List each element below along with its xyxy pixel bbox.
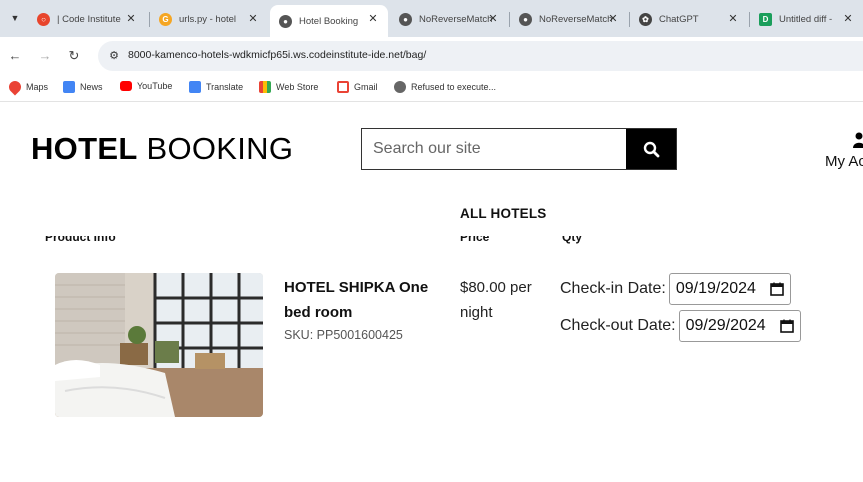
- bookmark-label: Maps: [26, 82, 49, 92]
- address-bar[interactable]: ⚙ 8000-kamenco-hotels-wdkmicfp65i.ws.cod…: [98, 41, 863, 71]
- globe-favicon-icon: ●: [279, 14, 292, 28]
- site-search-form: [361, 128, 677, 170]
- forward-arrow-icon[interactable]: →: [36, 47, 54, 65]
- close-icon[interactable]: ✕: [246, 12, 260, 26]
- calendar-icon[interactable]: [770, 282, 784, 296]
- youtube-icon: [120, 81, 132, 91]
- chatgpt-favicon-icon: ✿: [639, 12, 652, 26]
- maps-pin-icon: [6, 78, 24, 96]
- bookmarks-bar: Maps News YouTube Translate Web Store Gm…: [0, 75, 863, 102]
- bookmark-translate[interactable]: Translate: [189, 81, 243, 93]
- tab-untitled-diff[interactable]: D Untitled diff - ✕: [750, 5, 863, 33]
- bookmark-label: YouTube: [137, 81, 173, 91]
- checkout-date-label: Check-out Date:: [560, 317, 676, 334]
- diff-favicon-icon: D: [759, 12, 772, 26]
- bookmark-refused-to-execute[interactable]: Refused to execute...: [394, 81, 496, 93]
- bookmark-label: Web Store: [276, 82, 319, 92]
- browser-tab-bar: ▼ ○ | Code Institute ✕ G urls.py - hotel…: [0, 0, 863, 37]
- calendar-icon[interactable]: [779, 319, 794, 333]
- close-icon[interactable]: ✕: [366, 12, 380, 26]
- search-button[interactable]: [626, 129, 676, 169]
- close-icon[interactable]: ✕: [841, 12, 855, 26]
- product-name: HOTEL SHIPKA One bed room: [284, 279, 429, 321]
- globe-favicon-icon: ●: [519, 12, 532, 26]
- my-account-link[interactable]: My Account: [818, 128, 863, 178]
- bookmark-gmail[interactable]: Gmail: [337, 81, 378, 93]
- product-sku: SKU: PP5001600425: [284, 328, 403, 342]
- site-settings-icon[interactable]: ⚙: [106, 48, 122, 64]
- user-icon: [853, 132, 863, 148]
- site-logo[interactable]: HOTEL BOOKING: [31, 131, 293, 167]
- bookmark-youtube[interactable]: YouTube: [120, 81, 172, 91]
- bookmark-label: News: [80, 82, 103, 92]
- gitpod-favicon-icon: G: [159, 12, 172, 26]
- bookmark-label: Refused to execute...: [411, 82, 497, 92]
- column-header-price: Price: [460, 236, 490, 244]
- search-icon: [643, 141, 659, 157]
- bookmark-web-store[interactable]: Web Store: [259, 81, 318, 93]
- tab-urls-py[interactable]: G urls.py - hotel ✕: [150, 5, 268, 33]
- close-icon[interactable]: ✕: [486, 12, 500, 26]
- translate-icon: [189, 81, 201, 93]
- browser-toolbar: ← → ↻ ⚙ 8000-kamenco-hotels-wdkmicfp65i.…: [0, 37, 863, 75]
- web-store-icon: [259, 81, 271, 93]
- bookmark-label: Translate: [206, 82, 244, 92]
- tab-code-institute[interactable]: ○ | Code Institute ✕: [28, 5, 146, 33]
- globe-icon: [394, 81, 406, 93]
- news-icon: [63, 81, 75, 93]
- code-institute-favicon-icon: ○: [37, 12, 50, 26]
- tab-hotel-booking[interactable]: ● Hotel Booking ✕: [270, 5, 388, 37]
- checkout-date-value: 09/29/2024: [685, 317, 766, 334]
- hotel-room-photo: [55, 273, 263, 417]
- product-price: $80.00 per night: [460, 279, 532, 321]
- bookmark-news[interactable]: News: [63, 81, 103, 93]
- column-header-qty: Qty: [562, 236, 583, 244]
- nav-all-hotels[interactable]: ALL HOTELS: [460, 206, 547, 221]
- bookmark-maps[interactable]: Maps: [6, 78, 49, 96]
- close-icon[interactable]: ✕: [606, 12, 620, 26]
- close-icon[interactable]: ✕: [726, 12, 740, 26]
- checkin-date-value: 09/19/2024: [675, 280, 756, 297]
- gmail-icon: [337, 81, 349, 93]
- tab-chatgpt[interactable]: ✿ ChatGPT ✕: [630, 5, 748, 33]
- account-label: My Account: [825, 153, 863, 170]
- tab-noreversematch-1[interactable]: ● NoReverseMatch ✕: [390, 5, 508, 33]
- url-text[interactable]: 8000-kamenco-hotels-wdkmicfp65i.ws.codei…: [128, 49, 426, 61]
- checkin-date-row: Check-in Date: 09/19/2024: [560, 273, 791, 305]
- checkin-date-input[interactable]: 09/19/2024: [668, 273, 791, 305]
- tab-noreversematch-2[interactable]: ● NoReverseMatch ✕: [510, 5, 628, 33]
- globe-favicon-icon: ●: [399, 12, 412, 26]
- column-header-product-info: Product Info: [45, 236, 116, 244]
- tab-search-chevron-icon[interactable]: ▼: [6, 9, 24, 27]
- bookmark-label: Gmail: [354, 82, 378, 92]
- reload-icon[interactable]: ↻: [65, 47, 83, 65]
- product-image[interactable]: [55, 273, 263, 417]
- checkout-date-row: Check-out Date: 09/29/2024: [560, 310, 801, 342]
- logo-light-text: BOOKING: [146, 131, 294, 166]
- close-icon[interactable]: ✕: [124, 12, 138, 26]
- checkin-date-label: Check-in Date:: [560, 280, 666, 297]
- search-input[interactable]: [362, 129, 627, 169]
- checkout-date-input[interactable]: 09/29/2024: [678, 310, 801, 342]
- back-arrow-icon[interactable]: ←: [6, 47, 24, 65]
- logo-bold-text: HOTEL: [31, 131, 138, 166]
